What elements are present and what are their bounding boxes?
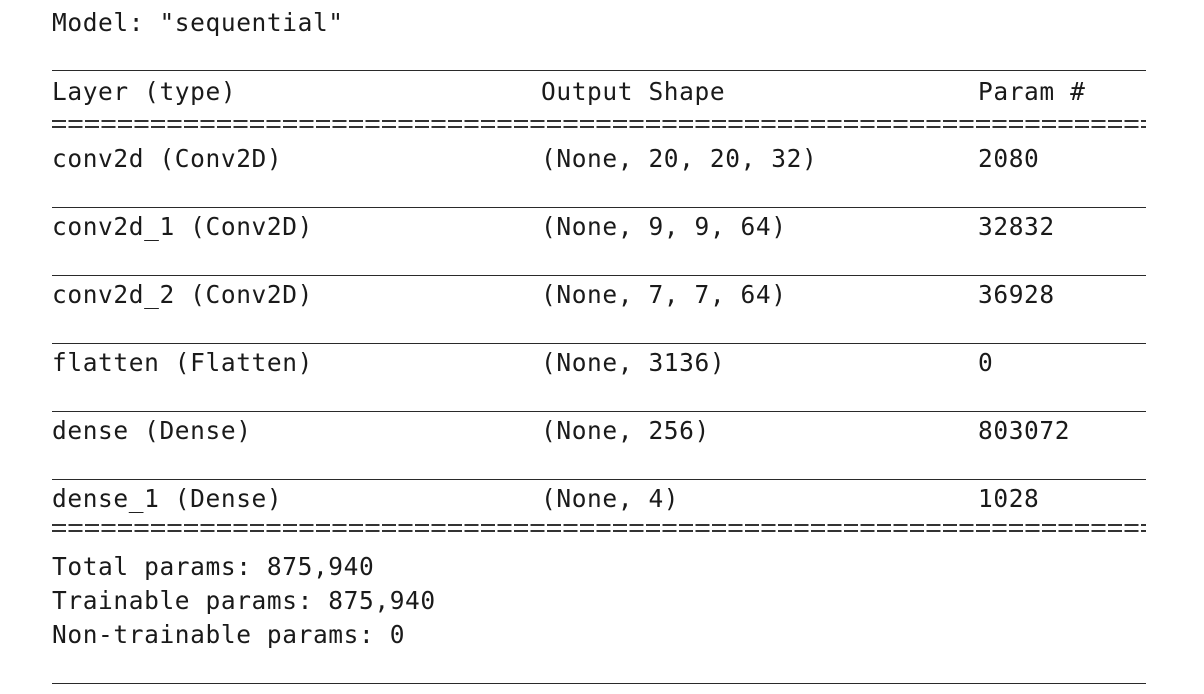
header-output-shape: Output Shape xyxy=(541,77,726,106)
row-divider xyxy=(52,479,1146,480)
row-divider xyxy=(52,275,1146,276)
layer-name: dense (Dense) xyxy=(52,416,252,445)
header-param-count: Param # xyxy=(978,77,1086,106)
model-title: Model: "sequential" xyxy=(52,8,344,37)
layer-name: conv2d (Conv2D) xyxy=(52,144,283,173)
non-trainable-params: Non-trainable params: 0 xyxy=(52,620,406,649)
row-divider xyxy=(52,207,1146,208)
row-divider xyxy=(52,343,1146,344)
total-params: Total params: 875,940 xyxy=(52,552,375,581)
row-divider xyxy=(52,411,1146,412)
param-count: 803072 xyxy=(978,416,1071,445)
trainable-params: Trainable params: 875,940 xyxy=(52,586,436,615)
layer-name: dense_1 (Dense) xyxy=(52,484,283,513)
output-shape: (None, 20, 20, 32) xyxy=(541,144,818,173)
top-rule xyxy=(52,70,1146,71)
output-shape: (None, 3136) xyxy=(541,348,726,377)
header-double-rule xyxy=(52,120,1146,128)
output-shape: (None, 4) xyxy=(541,484,680,513)
param-count: 0 xyxy=(978,348,994,377)
header-layer: Layer (type) xyxy=(52,77,237,106)
bottom-rule xyxy=(52,683,1146,684)
output-shape: (None, 9, 9, 64) xyxy=(541,212,787,241)
layer-name: flatten (Flatten) xyxy=(52,348,313,377)
layer-name: conv2d_2 (Conv2D) xyxy=(52,280,313,309)
param-count: 32832 xyxy=(978,212,1055,241)
output-shape: (None, 256) xyxy=(541,416,710,445)
layer-name: conv2d_1 (Conv2D) xyxy=(52,212,313,241)
param-count: 2080 xyxy=(978,144,1040,173)
output-shape: (None, 7, 7, 64) xyxy=(541,280,787,309)
footer-double-rule xyxy=(52,524,1146,532)
param-count: 1028 xyxy=(978,484,1040,513)
param-count: 36928 xyxy=(978,280,1055,309)
